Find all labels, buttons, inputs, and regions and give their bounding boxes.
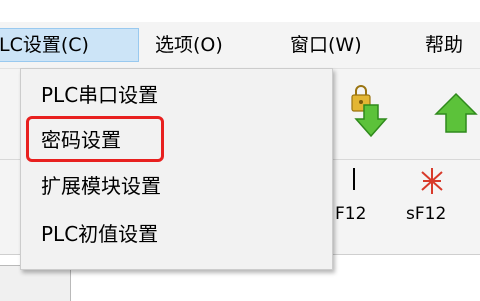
menu-help[interactable]: 帮助 bbox=[425, 30, 463, 60]
plc-settings-dropdown: PLC串口设置 密码设置 扩展模块设置 PLC初值设置 bbox=[20, 68, 333, 270]
menu-bar: LC设置(C) 选项(O) 窗口(W) 帮助 bbox=[0, 22, 480, 69]
sf12-label: sF12 bbox=[406, 204, 447, 224]
menu-plc-settings-label: LC设置(C) bbox=[0, 34, 89, 56]
lock-download-icon[interactable] bbox=[346, 83, 392, 139]
menu-item-expansion-module-label: 扩展模块设置 bbox=[41, 174, 161, 198]
f12-label: F12 bbox=[335, 204, 367, 224]
window-top-strip bbox=[0, 0, 480, 22]
menu-item-expansion-module[interactable]: 扩展模块设置 bbox=[41, 170, 161, 202]
menu-item-plc-initial[interactable]: PLC初值设置 bbox=[41, 218, 158, 250]
menu-item-plc-serial-label: PLC串口设置 bbox=[41, 83, 159, 107]
menu-options-label: 选项(O) bbox=[155, 34, 223, 56]
bottom-tab[interactable] bbox=[0, 265, 71, 301]
menu-help-label: 帮助 bbox=[425, 34, 464, 56]
menu-plc-settings[interactable]: LC设置(C) bbox=[0, 28, 139, 62]
menu-item-plc-initial-label: PLC初值设置 bbox=[41, 222, 159, 246]
menu-options[interactable]: 选项(O) bbox=[155, 30, 223, 60]
highlight-box bbox=[26, 116, 164, 162]
sf12-star-icon[interactable] bbox=[418, 166, 446, 196]
menu-item-plc-serial[interactable]: PLC串口设置 bbox=[41, 79, 158, 111]
menu-window-label: 窗口(W) bbox=[290, 34, 362, 56]
f12-vertical-icon[interactable] bbox=[353, 168, 355, 190]
menu-window[interactable]: 窗口(W) bbox=[290, 30, 362, 60]
upload-arrow-icon[interactable] bbox=[432, 91, 480, 137]
